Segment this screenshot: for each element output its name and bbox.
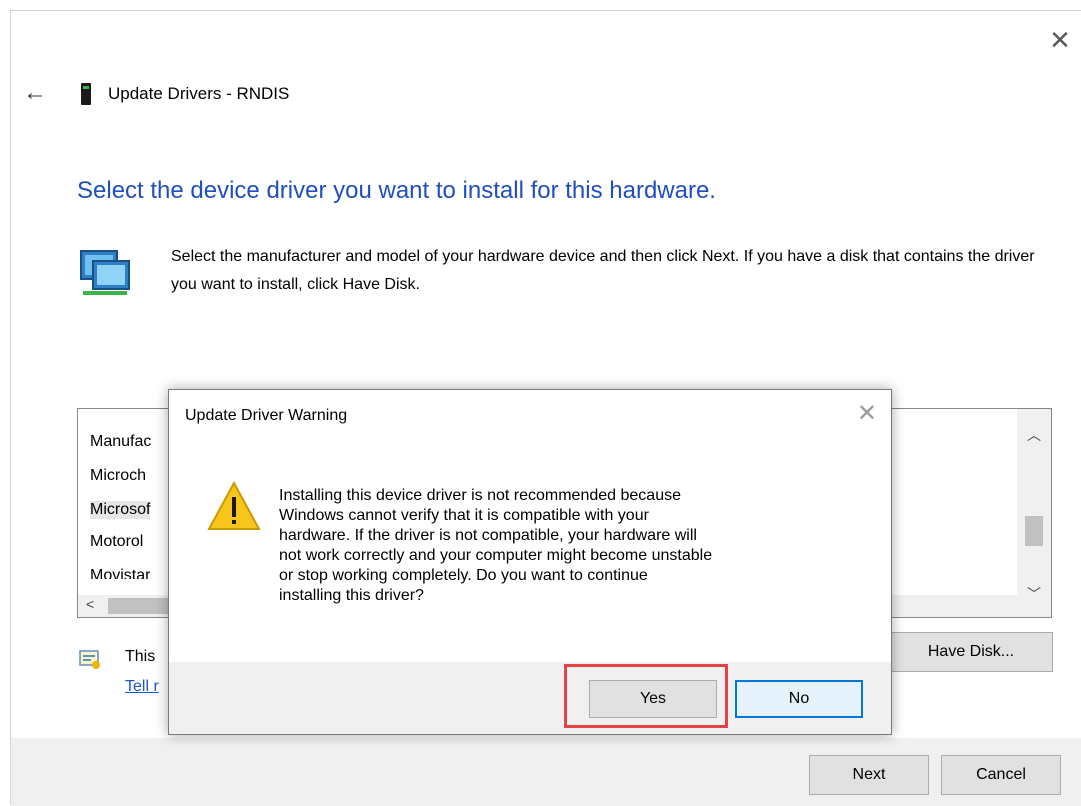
list-item-selected[interactable]: Microsof bbox=[90, 501, 151, 519]
window-title: Update Drivers - RNDIS bbox=[108, 84, 290, 103]
dialog-title: Update Driver Warning bbox=[185, 407, 348, 424]
window-title-row: Update Drivers - RNDIS bbox=[81, 81, 289, 107]
scroll-up-icon[interactable]: ︿ bbox=[1017, 425, 1051, 445]
list-item[interactable]: Movistar bbox=[90, 567, 150, 579]
intro-text: Select the manufacturer and model of you… bbox=[171, 248, 1035, 293]
yes-button[interactable]: Yes bbox=[589, 680, 717, 718]
device-icon bbox=[81, 83, 91, 105]
dialog-close-icon[interactable]: ✕ bbox=[857, 402, 877, 426]
hardware-icon bbox=[80, 250, 130, 295]
signed-driver-text: This bbox=[125, 648, 156, 665]
dialog-message: Installing this device driver is not rec… bbox=[279, 487, 713, 604]
scroll-down-icon[interactable]: ﹀ bbox=[1017, 584, 1051, 604]
tell-me-why-link[interactable]: Tell r bbox=[125, 678, 159, 696]
page-heading: Select the device driver you want to ins… bbox=[77, 177, 716, 204]
next-button[interactable]: Next bbox=[809, 755, 929, 795]
back-arrow-icon[interactable]: ← bbox=[23, 79, 47, 107]
scroll-left-icon[interactable]: < bbox=[86, 596, 94, 612]
scroll-thumb[interactable] bbox=[1025, 516, 1043, 546]
warning-icon bbox=[207, 480, 261, 530]
list-item[interactable]: Microch bbox=[90, 467, 146, 485]
cancel-button[interactable]: Cancel bbox=[941, 755, 1061, 795]
list-item[interactable]: Motorol bbox=[90, 533, 143, 551]
list-header: Manufac bbox=[90, 433, 152, 450]
vertical-scrollbar[interactable]: ︿ ﹀ bbox=[1017, 409, 1051, 617]
update-driver-warning-dialog: Update Driver Warning ✕ Installing this … bbox=[168, 389, 892, 735]
no-button[interactable]: No bbox=[735, 680, 863, 718]
have-disk-button[interactable]: Have Disk... bbox=[889, 632, 1053, 672]
close-icon[interactable]: ✕ bbox=[1049, 27, 1071, 53]
signed-driver-icon bbox=[79, 650, 100, 669]
